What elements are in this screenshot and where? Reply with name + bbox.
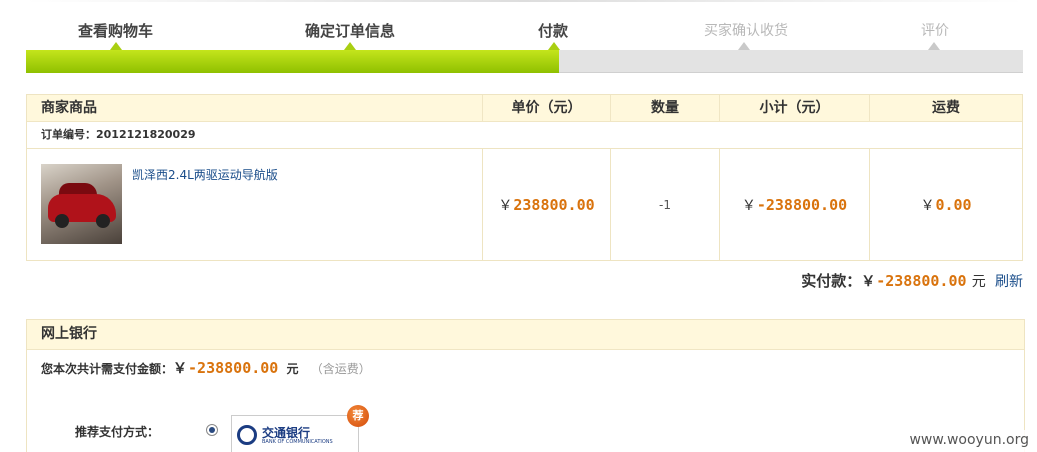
step-marker xyxy=(344,42,356,50)
step-marker xyxy=(548,42,560,50)
online-banking-section: 网上银行 您本次共计需支付金额：￥-238800.00 元 （含运费） 推荐支付… xyxy=(26,319,1025,452)
progress-track xyxy=(26,50,1023,73)
actual-payment: 实付款：￥-238800.00 元 刷新 xyxy=(801,270,1023,291)
unit-price: 238800.00 xyxy=(513,195,595,214)
total-unit: 元 xyxy=(286,362,299,376)
table-row: 凯泽西2.4L两驱运动导航版 ￥ 238800.00 -1 ￥ -238800.00… xyxy=(27,149,1022,260)
product-name-link[interactable]: 凯泽西2.4L两驱运动导航版 xyxy=(132,166,278,183)
step-confirm-order: 确定订单信息 xyxy=(305,22,396,40)
step-marker xyxy=(738,42,750,50)
header-unit-price: 单价（元） xyxy=(483,95,611,121)
step-review: 评价 xyxy=(921,23,949,39)
bank-radio[interactable] xyxy=(206,424,218,436)
currency-symbol: ￥ xyxy=(173,361,188,377)
checkout-steps: 查看购物车 确定订单信息 付款 买家确认收货 评价 xyxy=(26,0,1023,74)
unit-price-cell: ￥ 238800.00 xyxy=(483,149,611,260)
step-view-cart: 查看购物车 xyxy=(78,22,154,40)
shipping-note: （含运费） xyxy=(310,362,371,376)
subtotal-cell: ￥ -238800.00 xyxy=(720,149,870,260)
currency-symbol: ￥ xyxy=(861,274,876,290)
payment-total: 您本次共计需支付金额：￥-238800.00 元 （含运费） xyxy=(41,358,371,378)
paid-unit: 元 xyxy=(971,274,986,290)
step-marker xyxy=(110,42,122,50)
header-subtotal: 小计（元） xyxy=(720,95,870,121)
header-shipping: 运费 xyxy=(932,100,960,116)
currency-symbol: ￥ xyxy=(920,197,935,214)
watermark: www.wooyun.org xyxy=(901,430,1037,452)
recommend-label: 推荐支付方式： xyxy=(75,425,160,439)
refresh-link[interactable]: 刷新 xyxy=(995,274,1023,290)
paid-amount: -238800.00 xyxy=(876,272,967,290)
paid-label: 实付款： xyxy=(801,272,862,290)
order-number: 订单编号：2012121820029 xyxy=(27,122,1022,149)
order-table-header: 商家商品 单价（元） 数量 小计（元） 运费 xyxy=(27,95,1022,122)
product-cell: 凯泽西2.4L两驱运动导航版 xyxy=(27,149,483,260)
bank-section-title: 网上银行 xyxy=(27,320,1024,350)
qty-cell: -1 xyxy=(611,149,720,260)
step-marker xyxy=(928,42,940,50)
top-divider xyxy=(26,0,1023,2)
currency-symbol: ￥ xyxy=(498,197,513,214)
shipping-cell: ￥ 0.00 xyxy=(870,149,1022,260)
subtotal: -238800.00 xyxy=(756,195,848,214)
quantity: -1 xyxy=(659,197,671,212)
step-payment: 付款 xyxy=(538,22,569,40)
shipping-fee: 0.00 xyxy=(935,195,972,214)
step-confirm-receipt: 买家确认收货 xyxy=(704,23,788,39)
header-qty: 数量 xyxy=(611,95,720,121)
bank-option-bocom[interactable]: 交通银行 BANK OF COMMUNICATIONS xyxy=(231,415,359,452)
car-thumbnail[interactable] xyxy=(41,164,122,244)
header-product: 商家商品 xyxy=(27,95,483,121)
progress-fill xyxy=(26,50,560,73)
recommended-badge: 荐 xyxy=(347,405,369,427)
total-label: 您本次共计需支付金额： xyxy=(41,362,174,376)
currency-symbol: ￥ xyxy=(741,197,756,214)
total-amount: -238800.00 xyxy=(188,359,279,377)
bank-name-en: BANK OF COMMUNICATIONS xyxy=(262,439,333,445)
bocom-logo-icon xyxy=(237,425,257,445)
order-table: 商家商品 单价（元） 数量 小计（元） 运费 订单编号：201212182002… xyxy=(26,94,1023,261)
